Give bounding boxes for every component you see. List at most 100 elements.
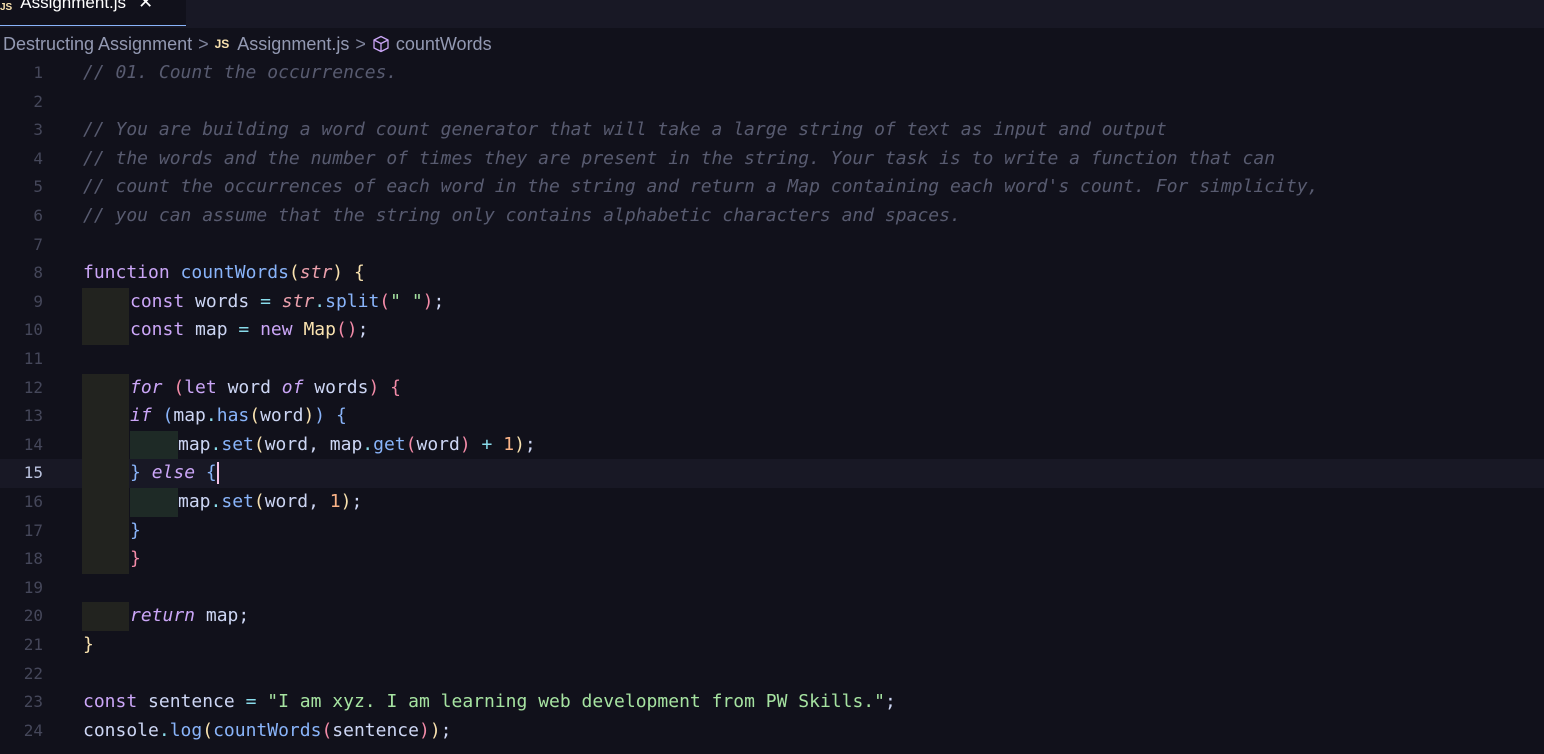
indent-guide — [82, 516, 129, 546]
identifier: words — [195, 290, 250, 312]
indent-guide — [82, 602, 129, 631]
keyword: const — [130, 319, 185, 341]
class-name: Map — [303, 319, 336, 341]
comment: // 01. Count the occurrences. — [83, 62, 398, 83]
line-number: 18 — [23, 549, 43, 569]
current-line-highlight — [0, 459, 1544, 488]
code-line-5: // count the occurrences of each word in… — [83, 173, 1318, 202]
code-line-13: if (map.has(word)) { — [130, 405, 347, 427]
indent-guide — [82, 373, 129, 403]
indent-guide — [82, 430, 129, 460]
breadcrumb-file[interactable]: Assignment.js — [237, 34, 349, 55]
indent-guide — [82, 459, 129, 488]
code-line-4: // the words and the number of times the… — [83, 145, 1275, 174]
comment: // count the occurrences of each word in… — [83, 176, 1319, 198]
keyword: return — [130, 605, 196, 627]
line-number: 24 — [23, 720, 43, 740]
string: " " — [390, 290, 423, 312]
identifier: map — [205, 605, 239, 627]
parameter: str — [299, 262, 333, 284]
comment: // you can assume that the string only c… — [83, 205, 961, 226]
line-number: 12 — [23, 377, 43, 397]
function-name: countWords — [213, 719, 322, 741]
keyword: const — [130, 290, 185, 312]
identifier: word — [416, 433, 460, 455]
code-line-14: map.set(word, map.get(word) + 1); — [178, 433, 536, 455]
method: get — [373, 433, 406, 455]
line-number: 20 — [23, 606, 43, 626]
line-number: 1 — [33, 63, 43, 82]
line-number: 2 — [33, 91, 43, 111]
method: log — [169, 719, 203, 741]
code-line-9: const words = str.split(" "); — [130, 290, 445, 312]
keyword: of — [281, 376, 304, 398]
function-name: countWords — [180, 262, 289, 284]
tab-assignment-js[interactable]: JS Assignment.js ✕ — [0, 0, 186, 26]
number: 1 — [329, 491, 341, 512]
identifier: words — [314, 376, 369, 398]
code-line-24: console.log(countWords(sentence)); — [83, 719, 452, 741]
identifier: map — [178, 491, 211, 512]
identifier: map — [195, 319, 228, 341]
code-line-18: } — [130, 548, 141, 570]
line-number: 3 — [33, 120, 43, 140]
method: split — [325, 290, 380, 312]
text-cursor — [216, 462, 219, 485]
identifier: word — [260, 405, 304, 427]
indent-guide — [82, 402, 129, 431]
tab-title: Assignment.js — [20, 0, 127, 12]
method: set — [221, 491, 254, 512]
line-number: 9 — [33, 291, 43, 311]
chevron-right-icon: > — [355, 33, 366, 54]
code-line-16: map.set(word, 1); — [178, 491, 363, 512]
code-line-3: // You are building a word count generat… — [83, 116, 1167, 145]
keyword: for — [130, 376, 163, 398]
line-number: 7 — [33, 234, 43, 254]
code-line-17: } — [130, 519, 141, 541]
code-line-12: for (let word of words) { — [130, 376, 402, 398]
code-line-21: } — [83, 634, 94, 655]
method: set — [221, 433, 254, 455]
line-number: 16 — [23, 492, 43, 511]
line-number-active: 15 — [23, 463, 43, 483]
close-icon[interactable]: ✕ — [138, 0, 153, 13]
breadcrumb: Destructing Assignment > JS Assignment.j… — [3, 32, 492, 56]
code-line-23: const sentence = "I am xyz. I am learnin… — [83, 691, 896, 713]
code-line-1: // 01. Count the occurrences. — [83, 59, 397, 88]
chevron-right-icon: > — [198, 33, 209, 54]
indent-guide — [82, 316, 129, 345]
indent-guide — [82, 287, 129, 317]
code-line-8: function countWords(str) { — [83, 262, 365, 284]
keyword: function — [83, 262, 170, 284]
keyword: let — [184, 376, 217, 398]
keyword: if — [130, 405, 152, 427]
code-line-6: // you can assume that the string only c… — [83, 202, 961, 231]
identifier: word — [264, 433, 309, 455]
number: 1 — [503, 433, 515, 455]
line-number: 4 — [33, 148, 43, 168]
breadcrumb-symbol[interactable]: countWords — [396, 34, 492, 55]
identifier: map — [173, 405, 206, 427]
identifier: word — [227, 376, 271, 398]
indent-guide — [82, 488, 129, 517]
js-file-icon: JS — [214, 37, 230, 51]
line-number: 13 — [23, 406, 43, 426]
code-line-10: const map = new Map(); — [130, 319, 369, 341]
method: has — [216, 405, 250, 427]
line-number: 17 — [23, 520, 43, 540]
comment: // the words and the number of times the… — [83, 147, 1276, 169]
line-number: 11 — [23, 349, 43, 368]
tab-bar: JS Assignment.js ✕ — [0, 0, 1544, 28]
line-number: 21 — [23, 635, 43, 654]
keyword: const — [83, 691, 138, 713]
line-number: 8 — [33, 263, 43, 283]
code-editor[interactable]: 1 2 3 4 5 6 7 8 9 10 11 12 13 14 15 16 1… — [0, 59, 1544, 754]
line-number: 6 — [33, 206, 43, 225]
cube-icon — [373, 35, 389, 53]
identifier: sentence — [332, 719, 419, 741]
identifier: word — [264, 491, 309, 512]
code-line-20: return map; — [130, 605, 250, 627]
identifier: map — [329, 433, 363, 455]
breadcrumb-folder[interactable]: Destructing Assignment — [3, 34, 192, 55]
js-file-icon: JS — [0, 2, 13, 13]
